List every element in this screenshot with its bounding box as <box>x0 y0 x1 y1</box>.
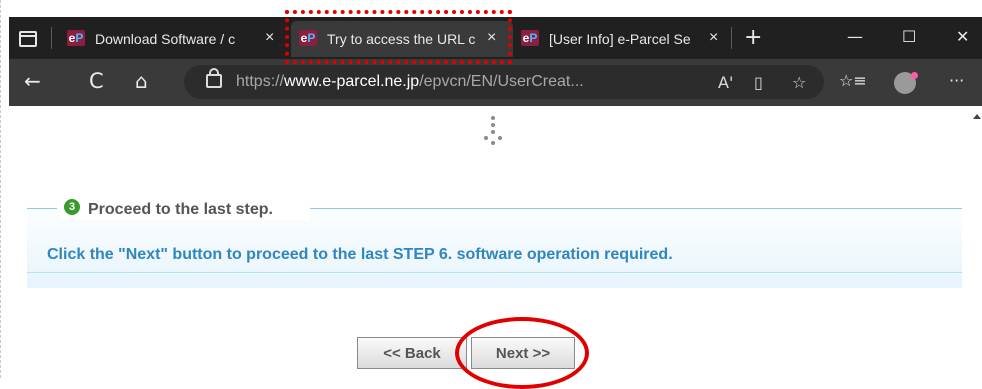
eparcel-favicon-icon: eP <box>67 30 85 46</box>
url-text[interactable]: https://www.e-parcel.ne.jp/epvcn/EN/User… <box>236 73 584 91</box>
panel-divider <box>27 272 962 273</box>
tab-title: [User Info] e-Parcel Se <box>549 31 691 47</box>
close-window-icon[interactable]: ✕ <box>956 27 969 46</box>
loading-icon <box>482 114 504 146</box>
tab-user-info[interactable]: eP [User Info] e-Parcel Se × <box>521 21 731 57</box>
add-favorite-icon[interactable]: ☆ <box>792 73 806 92</box>
instruction-message: Click the "Next" button to proceed to th… <box>47 246 673 263</box>
screenshot-frame: eP Download Software / c × eP Try to acc… <box>0 0 982 389</box>
immersive-reader-icon[interactable]: ▯ <box>754 73 763 92</box>
page-content: 3 Proceed to the last step. Click the "N… <box>9 106 982 389</box>
url-path: /epvcn/EN/UserCreat... <box>419 73 584 90</box>
tab-close-icon[interactable]: × <box>709 29 718 47</box>
scroll-up-icon[interactable] <box>973 114 981 119</box>
url-host: www.e-parcel.ne.jp <box>284 73 420 90</box>
tab-title: Download Software / c <box>95 31 236 47</box>
tab-download-software[interactable]: eP Download Software / c × <box>67 21 287 57</box>
address-bar[interactable]: https://www.e-parcel.ne.jp/epvcn/EN/User… <box>184 65 824 99</box>
back-icon[interactable]: ← <box>24 71 41 91</box>
more-icon[interactable]: ··· <box>949 71 964 91</box>
profile-avatar[interactable] <box>894 72 918 94</box>
step-panel: 3 Proceed to the last step. Click the "N… <box>27 198 962 288</box>
tab-highlight-annotation <box>285 10 512 64</box>
tab-separator <box>51 27 52 49</box>
panel-legend: 3 Proceed to the last step. <box>60 198 310 220</box>
back-button[interactable]: << Back <box>357 337 467 369</box>
tab-close-icon[interactable]: × <box>265 29 274 47</box>
left-dashed-border <box>0 0 7 378</box>
maximize-icon[interactable]: ☐ <box>902 27 916 46</box>
browser-toolbar: ← C ⌂ https://www.e-parcel.ne.jp/epvcn/E… <box>9 59 982 106</box>
section-title: Proceed to the last step. <box>88 201 273 218</box>
lock-icon[interactable] <box>206 68 222 88</box>
panel-border <box>27 208 57 209</box>
tab-separator <box>731 27 732 49</box>
eparcel-favicon-icon: eP <box>521 30 539 46</box>
url-scheme: https:// <box>236 73 285 90</box>
step-number-icon: 3 <box>64 199 80 215</box>
favorites-icon[interactable]: ☆≡ <box>839 71 867 91</box>
refresh-icon[interactable]: C <box>89 71 104 92</box>
new-tab-icon[interactable]: + <box>744 25 762 50</box>
home-icon[interactable]: ⌂ <box>135 71 148 91</box>
next-highlight-annotation <box>455 317 589 389</box>
panel-border <box>307 208 962 209</box>
tab-actions-icon[interactable] <box>17 28 37 48</box>
read-aloud-icon[interactable]: A' <box>718 73 733 92</box>
minimize-icon[interactable]: — <box>847 27 863 46</box>
